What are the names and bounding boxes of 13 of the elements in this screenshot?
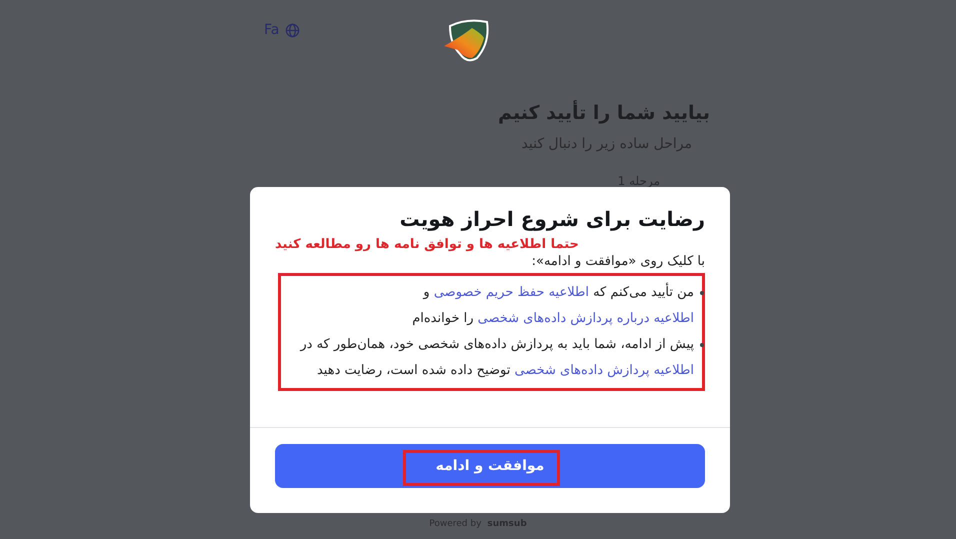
globe-icon <box>285 22 300 38</box>
notice-link[interactable]: اطلاعیه پردازش داده‌های شخصی <box>514 363 694 378</box>
annotation-text: حتما اطلاعیه ها و توافق نامه ها رو مطالعه کنید <box>275 237 580 252</box>
bullet-icon <box>700 291 704 295</box>
intro-text: با کلیک روی «موافقت و ادامه»: <box>530 254 705 269</box>
agree-button[interactable]: موافقت و ادامه <box>275 444 705 488</box>
notice-link[interactable]: اطلاعیه حفظ حریم خصوصی <box>434 285 589 300</box>
dialog-title: رضایت برای شروع احراز هویت <box>398 207 705 231</box>
consent-item: من تأیید می‌کنم که اطلاعیه حفظ حریم خصوصی و اطلاعیه درباره پردازش داده‌های شخصی را خوانده‌ام <box>412 285 694 326</box>
page-heading: بیایید شما را تأیید کنیم <box>498 102 710 124</box>
consent-item: پیش از ادامه، شما باید به پردازش داده‌های شخصی خود، همان‌طور که در اطلاعیه پردازش داده‌های شخصی توضیح داده شده است، رضایت دهید <box>300 337 694 378</box>
notice-link[interactable]: اطلاعیه درباره پردازش داده‌های شخصی <box>478 311 694 326</box>
bullet-icon <box>700 343 704 347</box>
